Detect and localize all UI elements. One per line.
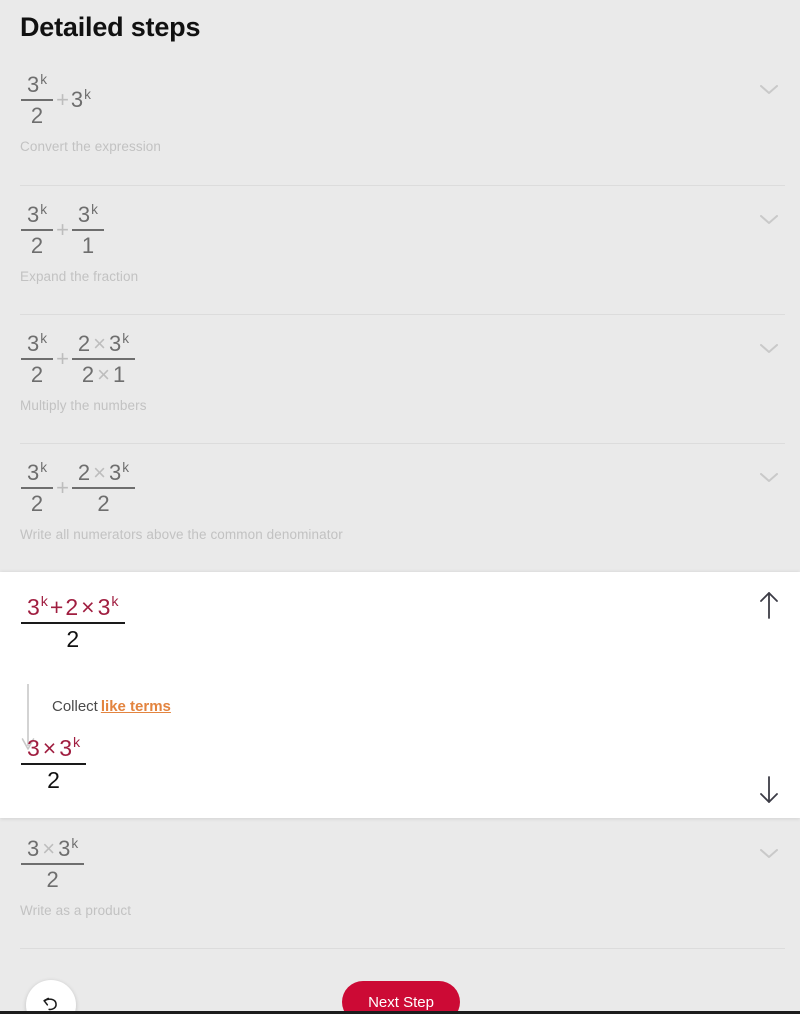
active-step-card[interactable]: 3k+2 × 3k 2 Collect like terms 3 × 3k 2 [0, 572, 800, 818]
transition-prefix: Collect [52, 698, 98, 715]
operator-plus: + [56, 87, 69, 113]
step-label: Write all numerators above the common de… [20, 526, 343, 542]
step-label: Expand the fraction [20, 268, 139, 284]
operator-plus: + [56, 475, 69, 501]
arrow-up-icon[interactable] [756, 590, 782, 620]
page-title: Detailed steps [20, 12, 201, 42]
step-label: Write as a product [20, 902, 132, 918]
fraction: 3k 2 [21, 460, 54, 517]
step-expression: 3k 2 + 3k 1 [20, 202, 105, 259]
chevron-down-icon[interactable] [758, 341, 780, 355]
term: 3k [70, 86, 91, 113]
operator-plus: + [56, 346, 69, 372]
step-divider [20, 948, 785, 949]
arrow-down-icon[interactable] [756, 775, 782, 805]
next-step-button[interactable]: Next Step [342, 981, 460, 1014]
step-write-as-product[interactable]: 3 × 3k 2 Write as a product [0, 836, 800, 918]
step-expression: 3k 2 + 2 × 3k 2 × 1 [20, 331, 136, 388]
active-expression-before: 3k+2 × 3k 2 [20, 594, 126, 653]
step-expression: 3 × 3k 2 [20, 836, 85, 893]
fraction: 2 × 3k 2 × 1 [71, 331, 136, 388]
step-divider [20, 185, 785, 186]
step-convert-expression[interactable]: 3k 2 + 3k Convert the expression [0, 72, 800, 154]
undo-button[interactable] [26, 980, 76, 1014]
chevron-down-icon[interactable] [758, 212, 780, 226]
like-terms-link[interactable]: like terms [101, 698, 171, 715]
transition-text: Collect like terms [52, 698, 171, 715]
step-expression: 3k 2 + 2 × 3k 2 [20, 460, 136, 517]
fraction: 3k+2 × 3k 2 [21, 594, 125, 653]
step-divider [20, 443, 785, 444]
step-divider [20, 314, 785, 315]
step-expand-fraction[interactable]: 3k 2 + 3k 1 Expand the fraction [0, 202, 800, 284]
step-multiply-numbers[interactable]: 3k 2 + 2 × 3k 2 × 1 Multiply the numbers [0, 331, 800, 413]
step-expression: 3k 2 + 3k [20, 72, 91, 129]
step-common-denominator[interactable]: 3k 2 + 2 × 3k 2 Write all numerators above… [0, 460, 800, 542]
chevron-down-icon[interactable] [758, 846, 780, 860]
step-label: Convert the expression [20, 138, 162, 154]
fraction: 3 × 3k 2 [21, 836, 85, 893]
operator-plus: + [56, 217, 69, 243]
fraction: 2 × 3k 2 [71, 460, 136, 517]
fraction: 3k 1 [71, 202, 104, 259]
fraction: 3k 2 [21, 72, 54, 129]
chevron-down-icon[interactable] [758, 82, 780, 96]
fraction: 3k 2 [21, 202, 54, 259]
fraction: 3 × 3k 2 [21, 735, 87, 794]
active-expression-after: 3 × 3k 2 [20, 735, 87, 794]
bottom-action-bar: Next Step [0, 954, 800, 1014]
chevron-down-icon[interactable] [758, 470, 780, 484]
detailed-steps-screen: Detailed steps 3k 2 + 3k Convert the exp… [0, 0, 800, 1014]
fraction: 3k 2 [21, 331, 54, 388]
step-label: Multiply the numbers [20, 397, 147, 413]
